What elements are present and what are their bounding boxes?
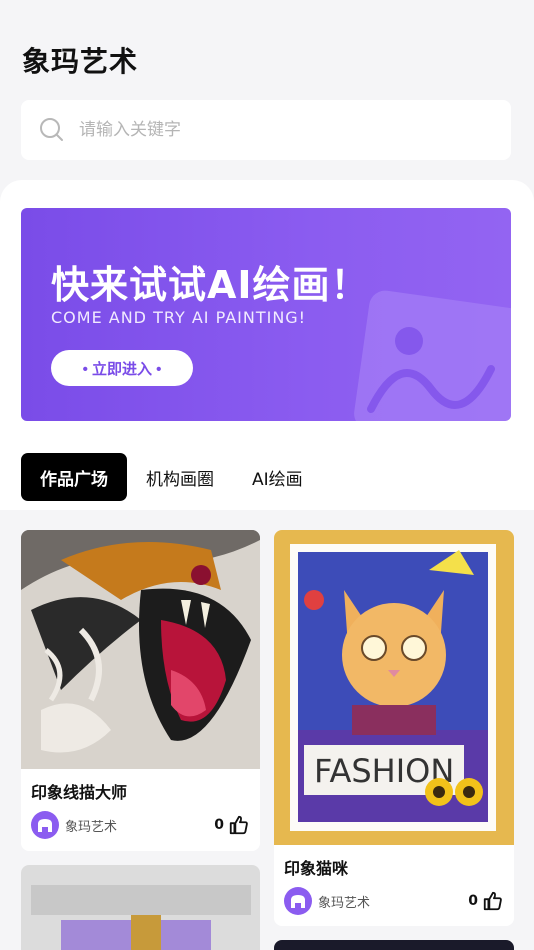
- enter-now-button[interactable]: • 立即进入 •: [51, 350, 193, 386]
- search-icon: [40, 118, 63, 141]
- avatar[interactable]: [284, 887, 312, 915]
- elephant-logo-icon: [38, 819, 52, 832]
- work-meta: 象玛艺术 0: [274, 879, 514, 923]
- search-bar[interactable]: [21, 100, 511, 160]
- author-name[interactable]: 象玛艺术: [318, 892, 468, 911]
- work-card[interactable]: FASHION 印象猫咪 象玛艺术 0: [274, 530, 514, 926]
- banner-subtitle: COME AND TRY AI PAINTING!: [51, 308, 307, 327]
- thumbs-up-icon[interactable]: [482, 890, 504, 912]
- tiger-painting-image: [21, 530, 260, 769]
- tab-institution-circle[interactable]: 机构画圈: [127, 453, 233, 501]
- author-name[interactable]: 象玛艺术: [65, 816, 214, 835]
- search-input[interactable]: [79, 120, 459, 140]
- picture-icon: [354, 290, 511, 421]
- cat-fashion-drawing-image: FASHION: [274, 530, 514, 845]
- like-count: 0: [214, 817, 224, 833]
- thumbs-up-icon[interactable]: [228, 814, 250, 836]
- artwork-thumbnail: [21, 865, 260, 950]
- like-count: 0: [468, 893, 478, 909]
- work-meta: 象玛艺术 0: [21, 803, 260, 847]
- elephant-logo-icon: [291, 895, 305, 908]
- tab-works-plaza[interactable]: 作品广场: [21, 453, 127, 501]
- banner-title: 快来试试AI绘画！: [51, 263, 370, 307]
- app-title: 象玛艺术: [22, 45, 139, 78]
- ai-painting-banner[interactable]: 快来试试AI绘画！ COME AND TRY AI PAINTING! • 立即…: [21, 208, 511, 421]
- work-card-partial[interactable]: [274, 940, 514, 950]
- work-title: 印象线描大师: [31, 783, 128, 802]
- work-card[interactable]: 印象线描大师 象玛艺术 0: [21, 530, 260, 851]
- work-title: 印象猫咪: [284, 859, 349, 878]
- tab-ai-painting[interactable]: AI绘画: [233, 453, 322, 501]
- work-card-partial[interactable]: [21, 865, 260, 950]
- category-tabs: 作品广场 机构画圈 AI绘画: [21, 453, 322, 501]
- avatar[interactable]: [31, 811, 59, 839]
